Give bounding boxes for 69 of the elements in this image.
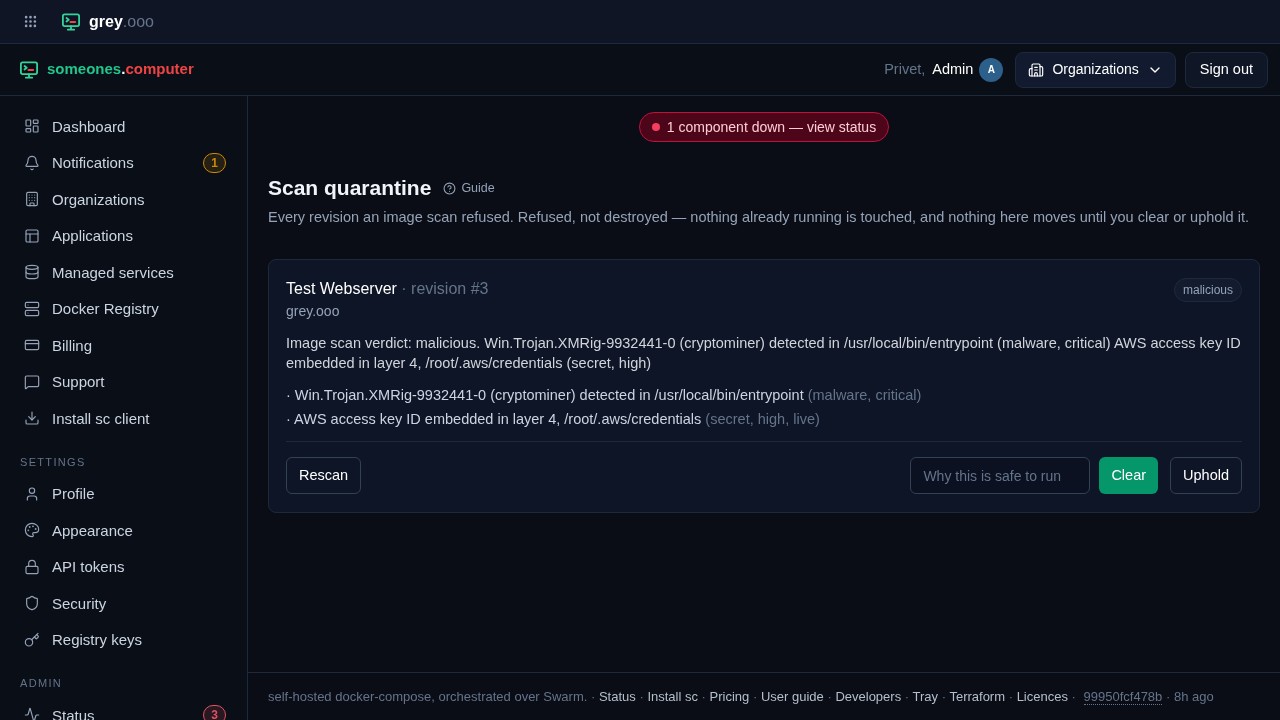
greeting-text: Privet, (884, 59, 926, 79)
chat-bubble-icon (24, 373, 40, 390)
clear-button[interactable]: Clear (1099, 457, 1159, 494)
verdict-tag: malicious (1174, 278, 1242, 302)
dashboard-icon (24, 118, 40, 135)
help-icon (443, 181, 457, 195)
footer-link[interactable]: Install sc (647, 688, 698, 704)
footer-text: self-hosted docker-compose, orchestrated over Swarm. · Status · Install sc · Pricing · User guide · Developers · Tray · Terraform · Licences · 99950fcf478b · 8h ago (268, 687, 1214, 707)
page-title: Scan quarantine (268, 175, 432, 201)
lock-icon (24, 558, 40, 575)
section-heading: ADMIN (20, 677, 63, 689)
finding-item: · Win.Trojan.XMRig-9932441-0 (cryptominer) detected in /usr/local/bin/entrypoint (malware, critical) (286, 386, 923, 405)
count-badge: 1 (203, 152, 226, 173)
sidebar-item[interactable]: API tokens (0, 548, 247, 585)
sidebar-item[interactable]: Support (0, 363, 247, 400)
sidebar-item[interactable]: Applications (0, 217, 247, 254)
building-icon (1028, 61, 1045, 78)
org-name: grey.ooo (286, 302, 341, 321)
rescan-button[interactable]: Rescan (286, 457, 362, 494)
download-icon (24, 410, 40, 427)
footer-link[interactable]: User guide (760, 688, 824, 704)
shield-icon (24, 595, 40, 612)
sidebar-item[interactable]: Registry keys (0, 621, 247, 658)
key-icon (24, 631, 40, 648)
commit-hash-link[interactable]: 99950fcf478b (1083, 688, 1163, 705)
footer-link[interactable]: Terraform (949, 688, 1006, 704)
status-banner-link[interactable]: 1 component down — view status (638, 112, 890, 142)
sidebar-item[interactable]: Appearance (0, 512, 247, 549)
sidebar-item[interactable]: Status 3 (0, 697, 247, 720)
footer-link[interactable]: Licences (1016, 688, 1068, 704)
footer-link[interactable]: Tray (912, 688, 939, 704)
brand-name[interactable]: grey.ooo (89, 9, 154, 34)
footer-link[interactable]: Developers (835, 688, 902, 704)
footer-link[interactable]: Status (598, 688, 636, 704)
organizations-dropdown[interactable]: Organizations (1015, 51, 1176, 88)
database-icon (24, 264, 40, 281)
site-brand[interactable]: someones.computer (47, 58, 194, 81)
finding-item: · AWS access key ID embedded in layer 4, /root/.aws/credentials (secret, high, live) (286, 410, 821, 429)
building-icon (24, 191, 40, 208)
uphold-button[interactable]: Uphold (1170, 457, 1242, 494)
sidebar-item[interactable]: Managed services (0, 254, 247, 291)
terminal-monitor-icon (20, 60, 38, 79)
bell-icon (24, 154, 40, 171)
card-title: Test Webserver · revision #3 (286, 279, 489, 299)
user-avatar[interactable]: A (979, 57, 1004, 82)
sidebar-item[interactable]: Notifications 1 (0, 144, 247, 181)
sidebar-item[interactable]: Dashboard (0, 108, 247, 145)
layout-icon (24, 227, 40, 244)
terminal-monitor-icon (62, 12, 80, 31)
reason-input[interactable]: Why this is safe to run (910, 457, 1091, 494)
palette-icon (24, 522, 40, 539)
sign-out-button[interactable]: Sign out (1184, 51, 1268, 88)
verdict-text: Image scan verdict: malicious. Win.Trojan.XMRig-9932441-0 (cryptominer) detected in /usr/local/bin/entrypoint (malware, critical) AWS access key ID embedded in layer 4, /root/.aws/credentials (secret, high) (286, 334, 1242, 373)
footer-link[interactable]: Pricing (709, 688, 750, 704)
sidebar-item[interactable]: Billing (0, 327, 247, 364)
apps-grid-icon[interactable] (23, 14, 38, 29)
server-icon (24, 300, 40, 317)
user-icon (24, 485, 40, 502)
user-name: Admin (932, 59, 974, 79)
sidebar-item[interactable]: Profile (0, 475, 247, 512)
pulse-icon (24, 707, 40, 720)
section-heading: SETTINGS (20, 455, 86, 468)
page-description: Every revision an image scan refused. Refused, not destroyed — nothing already running is touched, and nothing here moves until you clear or uphold it. (268, 208, 1250, 227)
sidebar-item[interactable]: Organizations (0, 181, 247, 218)
sidebar-item[interactable]: Install sc client (0, 400, 247, 437)
sidebar-item[interactable]: Docker Registry (0, 290, 247, 327)
sidebar-item[interactable]: Security (0, 585, 247, 622)
count-badge: 3 (203, 705, 226, 720)
guide-link[interactable]: Guide (443, 178, 495, 198)
